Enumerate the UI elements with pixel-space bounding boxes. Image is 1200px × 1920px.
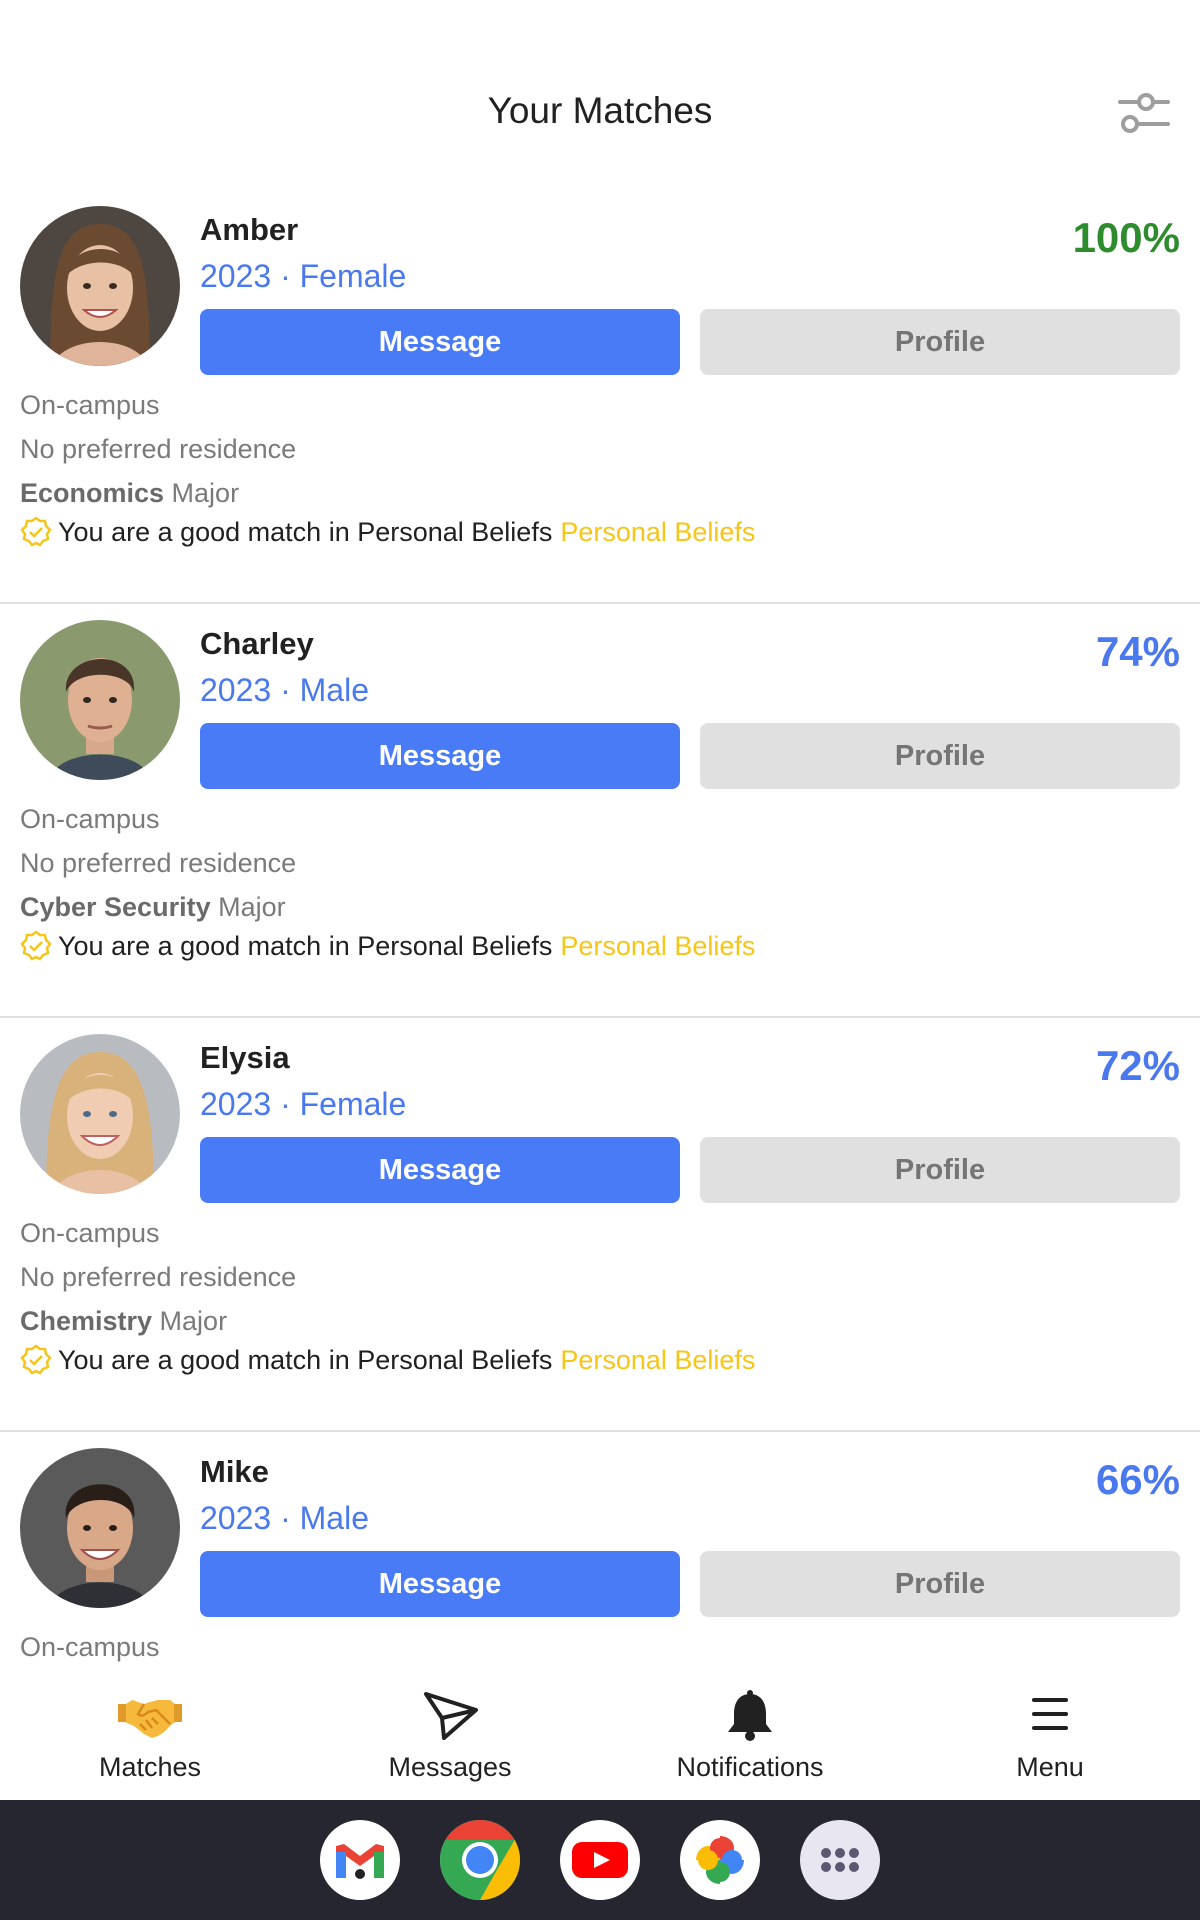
good-match-text: You are a good match in Personal Beliefs bbox=[58, 1344, 553, 1375]
match-name: Charley bbox=[200, 626, 314, 661]
location-text: On-campus bbox=[20, 1218, 160, 1248]
avatar[interactable] bbox=[20, 620, 180, 780]
major-text: Cyber Security Major bbox=[20, 892, 286, 923]
menu-icon bbox=[1032, 1698, 1068, 1730]
match-year-gender: 2023 · Male bbox=[200, 672, 369, 708]
match-percentage: 74% bbox=[1095, 628, 1180, 675]
good-match-row: You are a good match in Personal Beliefs… bbox=[20, 930, 755, 962]
nav-item-matches[interactable]: Matches bbox=[0, 1670, 300, 1800]
residence-text: No preferred residence bbox=[20, 1262, 297, 1292]
gmail-icon[interactable] bbox=[320, 1820, 400, 1900]
good-match-highlight: Personal Beliefs bbox=[560, 1344, 756, 1375]
major-text: Economics Major bbox=[20, 478, 239, 509]
major-name: Chemistry bbox=[20, 1306, 153, 1336]
major-name: Cyber Security bbox=[20, 892, 211, 922]
match-percentage: 66% bbox=[1095, 1456, 1180, 1503]
good-match-highlight: Personal Beliefs bbox=[560, 516, 756, 547]
verified-badge-icon bbox=[20, 930, 52, 961]
filter-settings-icon[interactable] bbox=[1116, 86, 1172, 142]
profile-button[interactable]: Profile bbox=[700, 723, 1180, 789]
nav-label: Menu bbox=[1016, 1752, 1084, 1782]
nav-label: Notifications bbox=[676, 1752, 824, 1782]
avatar[interactable] bbox=[20, 1448, 180, 1608]
location-text: On-campus bbox=[20, 1632, 160, 1662]
send-icon bbox=[424, 1692, 478, 1740]
major-suffix: Major bbox=[210, 892, 286, 922]
profile-button[interactable]: Profile bbox=[700, 1551, 1180, 1617]
match-percentage: 100% bbox=[1072, 214, 1180, 261]
match-year-gender: 2023 · Female bbox=[200, 1086, 407, 1122]
good-match-text: You are a good match in Personal Beliefs bbox=[58, 930, 553, 961]
residence-text: No preferred residence bbox=[20, 848, 297, 878]
match-name: Mike bbox=[200, 1454, 269, 1489]
match-card: Elysia 2023 · Female 72% Message Profile… bbox=[0, 1018, 1200, 1432]
matches-list[interactable]: Amber 2023 · Female 100% Message Profile… bbox=[0, 190, 1200, 1670]
avatar[interactable] bbox=[20, 206, 180, 366]
good-match-highlight: Personal Beliefs bbox=[560, 930, 756, 961]
match-name: Elysia bbox=[200, 1040, 290, 1075]
nav-item-menu[interactable]: Menu bbox=[900, 1670, 1200, 1800]
nav-item-messages[interactable]: Messages bbox=[300, 1670, 600, 1800]
bottom-nav: Matches Messages Notifications Menu bbox=[0, 1670, 1200, 1800]
match-card: Charley 2023 · Male 74% Message Profile … bbox=[0, 604, 1200, 1018]
location-text: On-campus bbox=[20, 804, 160, 834]
location-text: On-campus bbox=[20, 390, 160, 420]
message-button[interactable]: Message bbox=[200, 309, 680, 375]
message-button[interactable]: Message bbox=[200, 723, 680, 789]
page-title: Your Matches bbox=[487, 90, 713, 131]
message-button[interactable]: Message bbox=[200, 1551, 680, 1617]
nav-item-notifications[interactable]: Notifications bbox=[600, 1670, 900, 1800]
major-suffix: Major bbox=[152, 1306, 228, 1336]
profile-button[interactable]: Profile bbox=[700, 1137, 1180, 1203]
good-match-text: You are a good match in Personal Beliefs bbox=[58, 516, 553, 547]
handshake-icon bbox=[118, 1700, 182, 1738]
major-suffix: Major bbox=[164, 478, 240, 508]
youtube-icon[interactable] bbox=[560, 1820, 640, 1900]
avatar[interactable] bbox=[20, 1034, 180, 1194]
apps-icon[interactable] bbox=[800, 1820, 880, 1900]
bell-icon bbox=[728, 1690, 772, 1741]
system-dock bbox=[0, 1800, 1200, 1920]
match-card: Mike 2023 · Male 66% Message Profile On-… bbox=[0, 1432, 1200, 1670]
match-percentage: 72% bbox=[1095, 1042, 1180, 1089]
chrome-icon[interactable] bbox=[440, 1820, 520, 1900]
verified-badge-icon bbox=[20, 516, 52, 547]
verified-badge-icon bbox=[20, 1344, 52, 1375]
match-name: Amber bbox=[200, 212, 299, 247]
good-match-row: You are a good match in Personal Beliefs… bbox=[20, 516, 755, 548]
photos-icon[interactable] bbox=[680, 1820, 760, 1900]
match-card: Amber 2023 · Female 100% Message Profile… bbox=[0, 190, 1200, 604]
match-year-gender: 2023 · Female bbox=[200, 258, 407, 294]
nav-label: Matches bbox=[98, 1752, 202, 1782]
message-button[interactable]: Message bbox=[200, 1137, 680, 1203]
residence-text: No preferred residence bbox=[20, 434, 297, 464]
profile-button[interactable]: Profile bbox=[700, 309, 1180, 375]
major-name: Economics bbox=[20, 478, 165, 508]
major-text: Chemistry Major bbox=[20, 1306, 227, 1337]
nav-label: Messages bbox=[388, 1752, 512, 1782]
match-year-gender: 2023 · Male bbox=[200, 1500, 369, 1536]
good-match-row: You are a good match in Personal Beliefs… bbox=[20, 1344, 755, 1376]
app-header: Your Matches bbox=[0, 0, 1200, 190]
